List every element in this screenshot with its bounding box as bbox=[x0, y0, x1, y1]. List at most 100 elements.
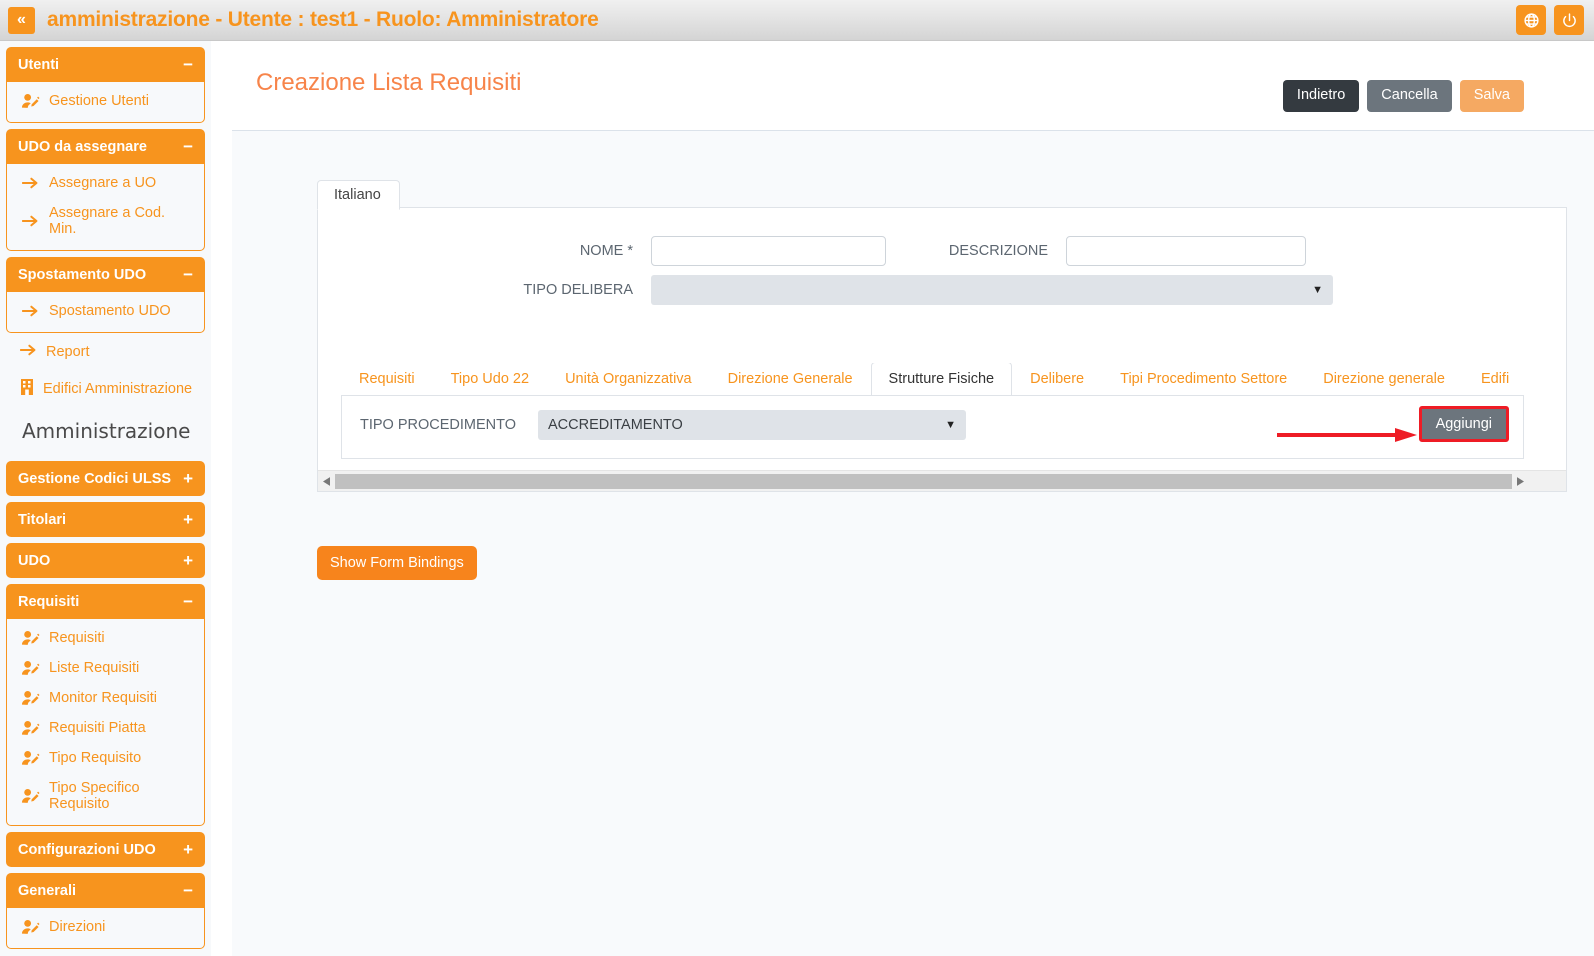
minus-icon: − bbox=[183, 137, 193, 156]
sidebar-panel-body-udo-da-assegnare: Assegnare a UO Assegnare a Cod. Min. bbox=[6, 164, 205, 251]
descrizione-label: DESCRIZIONE bbox=[948, 243, 1048, 259]
sidebar-panel-title: UDO da assegnare bbox=[18, 138, 147, 155]
sidebar-panel-header-configurazioni-udo[interactable]: Configurazioni UDO + bbox=[6, 832, 205, 867]
plus-icon: + bbox=[183, 469, 193, 488]
sidebar-item-label: Monitor Requisiti bbox=[49, 690, 157, 706]
tab-delibere[interactable]: Delibere bbox=[1012, 363, 1102, 396]
tab-panel-strutture-fisiche: TIPO PROCEDIMENTO ACCREDITAMENTO ▼ Aggiu… bbox=[341, 395, 1524, 459]
horizontal-scrollbar[interactable] bbox=[318, 470, 1566, 491]
sidebar-panel-body-requisiti: Requisiti Liste Requisiti Monitor Requisit… bbox=[6, 619, 205, 826]
tab-requisiti[interactable]: Requisiti bbox=[341, 363, 433, 396]
sidebar-item-report[interactable]: Report bbox=[6, 335, 205, 369]
sidebar-panel-configurazioni-udo: Configurazioni UDO + bbox=[6, 832, 205, 867]
tipo-procedimento-select[interactable]: ACCREDITAMENTO ▼ bbox=[538, 410, 966, 440]
logout-button[interactable] bbox=[1554, 5, 1584, 35]
tab-direzione-generale[interactable]: Direzione Generale bbox=[710, 363, 871, 396]
user-edit-icon bbox=[21, 93, 40, 109]
sidebar-panel-title: Utenti bbox=[18, 56, 60, 73]
sidebar-item-label: Edifici Amministrazione bbox=[43, 381, 193, 397]
sidebar-item-spostamento-udo[interactable]: Spostamento UDO bbox=[7, 296, 204, 326]
sidebar-item-gestione-utenti[interactable]: Gestione Utenti bbox=[7, 86, 204, 116]
sidebar-panel-udo: UDO + bbox=[6, 543, 205, 578]
sidebar-panel-title: Configurazioni UDO bbox=[18, 841, 156, 858]
plus-icon: + bbox=[183, 551, 193, 570]
sidebar-item-label: Requisiti bbox=[49, 630, 105, 646]
tab-direzione-generale[interactable]: Direzione generale bbox=[1305, 363, 1463, 396]
page-actions: Indietro Cancella Salva bbox=[1282, 80, 1524, 112]
sidebar-collapse-button[interactable]: « bbox=[8, 6, 35, 34]
sidebar-panel-body-generali: Direzioni bbox=[6, 908, 205, 949]
main-content: Creazione Lista Requisiti Indietro Cance… bbox=[232, 41, 1594, 956]
sidebar-panel-title: Requisiti bbox=[18, 593, 80, 610]
sidebar-panel-header-udo-da-assegnare[interactable]: UDO da assegnare − bbox=[6, 129, 205, 164]
sidebar-item-edifici-amministrazione[interactable]: Edifici Amministrazione bbox=[6, 371, 205, 407]
tab-tipo-udo-22[interactable]: Tipo Udo 22 bbox=[433, 363, 547, 396]
tipo-delibera-select[interactable]: ▼ bbox=[651, 275, 1333, 305]
tab-edifi[interactable]: Edifi bbox=[1463, 363, 1524, 396]
sidebar-item-label: Assegnare a Cod. Min. bbox=[49, 205, 166, 237]
user-edit-icon bbox=[21, 750, 40, 766]
minus-icon: − bbox=[183, 55, 193, 74]
language-button[interactable] bbox=[1516, 5, 1546, 35]
sidebar-item-liste-requisiti[interactable]: Liste Requisiti bbox=[7, 653, 204, 683]
sidebar-panel-header-requisiti[interactable]: Requisiti − bbox=[6, 584, 205, 619]
sidebar-item-label: Direzioni bbox=[49, 919, 106, 935]
arrow-right-icon bbox=[21, 304, 40, 318]
top-bar: « amministrazione - Utente : test1 - Ruo… bbox=[0, 0, 1594, 41]
horizontal-scrollbar-thumb[interactable] bbox=[335, 473, 1512, 489]
arrow-right-icon bbox=[19, 343, 37, 361]
sidebar-panel-header-titolari[interactable]: Titolari + bbox=[6, 502, 205, 537]
page-title: Creazione Lista Requisiti bbox=[256, 69, 522, 96]
sidebar-panel-gestione-codici-ulss: Gestione Codici ULSS + bbox=[6, 461, 205, 496]
sidebar-panel-header-udo[interactable]: UDO + bbox=[6, 543, 205, 578]
descrizione-input[interactable] bbox=[1066, 236, 1306, 266]
minus-icon: − bbox=[183, 881, 193, 900]
sidebar-item-tipo-specifico-requisito[interactable]: Tipo Specifico Requisito bbox=[7, 773, 204, 819]
sidebar-panel-header-gestione-codici-ulss[interactable]: Gestione Codici ULSS + bbox=[6, 461, 205, 496]
user-edit-icon bbox=[21, 788, 40, 804]
sidebar-item-tipo-requisito[interactable]: Tipo Requisito bbox=[7, 743, 204, 773]
sidebar-item-requisiti[interactable]: Requisiti bbox=[7, 623, 204, 653]
sidebar-panel-requisiti: Requisiti − Requisiti Liste Requisiti Monito… bbox=[6, 584, 205, 826]
chevron-down-icon: ▼ bbox=[945, 418, 956, 431]
minus-icon: − bbox=[183, 265, 193, 284]
sidebar-item-requisiti-piatta[interactable]: Requisiti Piatta bbox=[7, 713, 204, 743]
back-button[interactable]: Indietro bbox=[1282, 80, 1360, 112]
sidebar-item-assegnare-a-cod-min[interactable]: Assegnare a Cod. Min. bbox=[7, 198, 204, 244]
scroll-left-arrow-icon[interactable] bbox=[318, 471, 335, 492]
tab-tipi-procedimento-settore[interactable]: Tipi Procedimento Settore bbox=[1102, 363, 1305, 396]
cancel-button[interactable]: Cancella bbox=[1367, 80, 1452, 112]
tab-unit-organizzativa[interactable]: Unità Organizzativa bbox=[547, 363, 710, 396]
tipo-delibera-field-row: TIPO DELIBERA ▼ bbox=[468, 275, 1333, 305]
save-button[interactable]: Salva bbox=[1459, 80, 1524, 112]
sidebar-item-monitor-requisiti[interactable]: Monitor Requisiti bbox=[7, 683, 204, 713]
user-edit-icon bbox=[21, 660, 40, 676]
sidebar-panel-titolari: Titolari + bbox=[6, 502, 205, 537]
sidebar-panel-header-utenti[interactable]: Utenti − bbox=[6, 47, 205, 82]
sidebar-panel-utenti: Utenti − Gestione Utenti bbox=[6, 47, 205, 123]
sidebar-item-label: Tipo Specifico Requisito bbox=[49, 780, 140, 812]
user-edit-icon bbox=[21, 720, 40, 736]
sidebar-item-direzioni[interactable]: Direzioni bbox=[7, 912, 204, 942]
page-header: Creazione Lista Requisiti Indietro Cance… bbox=[232, 41, 1594, 131]
sidebar-panel-header-spostamento-udo[interactable]: Spostamento UDO − bbox=[6, 257, 205, 292]
sidebar-item-label: Tipo Requisito bbox=[49, 750, 142, 766]
sidebar-panel-spostamento-udo: Spostamento UDO − Spostamento UDO bbox=[6, 257, 205, 333]
show-form-bindings-button[interactable]: Show Form Bindings bbox=[317, 546, 477, 580]
user-edit-icon bbox=[21, 630, 40, 646]
user-edit-icon bbox=[21, 690, 40, 706]
sidebar-panel-title: Titolari bbox=[18, 511, 67, 528]
sidebar-panel-header-generali[interactable]: Generali − bbox=[6, 873, 205, 908]
nome-input[interactable] bbox=[651, 236, 886, 266]
scroll-right-arrow-icon[interactable] bbox=[1512, 471, 1529, 492]
sidebar-panel-body-utenti: Gestione Utenti bbox=[6, 82, 205, 123]
sidebar-item-label: Report bbox=[46, 344, 90, 360]
tab-italiano[interactable]: Italiano bbox=[317, 180, 400, 210]
tab-strutture-fisiche[interactable]: Strutture Fisiche bbox=[870, 363, 1013, 396]
form-card: Italiano NOME * DESCRIZIONE TIPO DELIBER… bbox=[317, 180, 1567, 492]
user-edit-icon bbox=[21, 919, 40, 935]
add-button[interactable]: Aggiungi bbox=[1418, 406, 1509, 442]
arrow-right-icon bbox=[21, 176, 40, 190]
sidebar-item-assegnare-a-uo[interactable]: Assegnare a UO bbox=[7, 168, 204, 198]
tipo-procedimento-field-row: TIPO PROCEDIMENTO ACCREDITAMENTO ▼ bbox=[360, 410, 966, 440]
